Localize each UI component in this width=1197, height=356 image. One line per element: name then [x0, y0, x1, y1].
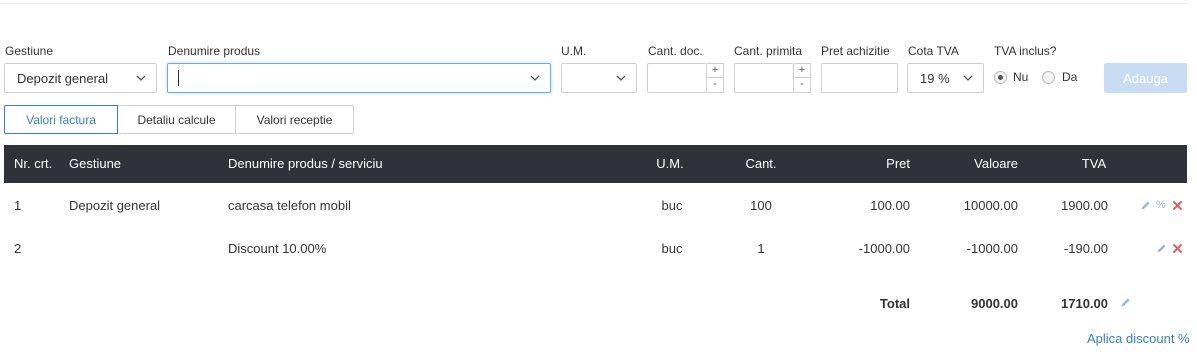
- col-nr: Nr. crt.: [14, 156, 53, 171]
- radio-da-label: Da: [1062, 70, 1078, 84]
- gestiune-select-value: Depozit general: [17, 70, 109, 86]
- row-cant: 100: [750, 198, 772, 213]
- cant-primita-input[interactable]: [734, 63, 794, 93]
- tab-valori-factura[interactable]: Valori factura: [4, 105, 118, 134]
- row-tva: 1900.00: [1061, 198, 1108, 213]
- col-denumire: Denumire produs / serviciu: [228, 156, 383, 171]
- cant-doc-stepper[interactable]: + -: [707, 63, 724, 93]
- cota-select[interactable]: 19 %: [907, 63, 984, 93]
- radio-nu[interactable]: [994, 71, 1007, 84]
- chevron-down-icon: [616, 75, 626, 81]
- produs-select[interactable]: [167, 63, 551, 93]
- um-select[interactable]: [561, 63, 637, 93]
- col-pret: Pret: [886, 156, 910, 171]
- row-um: buc: [661, 198, 683, 213]
- col-valoare: Valoare: [974, 156, 1018, 171]
- col-tva: TVA: [1081, 156, 1107, 171]
- pencil-icon[interactable]: [1156, 243, 1167, 254]
- percent-icon[interactable]: %: [1156, 199, 1166, 211]
- decrement-button[interactable]: -: [794, 78, 810, 92]
- radio-da[interactable]: [1042, 71, 1055, 84]
- tab-valori-receptie[interactable]: Valori receptie: [235, 105, 354, 134]
- total-valoare: 9000.00: [971, 296, 1018, 311]
- total-tva: 1710.00: [1061, 296, 1108, 311]
- gestiune-select[interactable]: Depozit general: [4, 63, 157, 93]
- cant-doc-input[interactable]: [647, 63, 707, 93]
- produs-label: Denumire produs: [168, 44, 261, 58]
- row-um: buc: [661, 241, 683, 256]
- tab-bar: Valori factura Detaliu calcule Valori re…: [4, 105, 354, 134]
- radio-nu-label: Nu: [1013, 70, 1029, 84]
- tab-detaliu-calcule[interactable]: Detaliu calcule: [117, 105, 236, 134]
- row-denumire: Discount 10.00%: [228, 241, 327, 256]
- pret-input[interactable]: [821, 63, 898, 93]
- row-pret: 100.00: [870, 198, 910, 213]
- delete-icon[interactable]: [1172, 243, 1183, 254]
- row-nr: 2: [14, 241, 22, 256]
- cant-doc-label: Cant. doc.: [648, 44, 703, 58]
- row-pret: -1000.00: [858, 241, 910, 256]
- row-cant: 1: [757, 241, 765, 256]
- cant-primita-label: Cant. primita: [734, 44, 803, 58]
- row-valoare: -1000.00: [966, 241, 1018, 256]
- increment-button[interactable]: +: [794, 64, 810, 78]
- delete-icon[interactable]: [1172, 200, 1183, 211]
- table-header: Nr. crt. Gestiune Denumire produs / serv…: [4, 145, 1187, 183]
- gestiune-label: Gestiune: [5, 44, 54, 58]
- row-tva: -190.00: [1063, 241, 1108, 256]
- pencil-icon[interactable]: [1120, 297, 1131, 308]
- um-label: U.M.: [561, 44, 587, 58]
- col-um: U.M.: [656, 156, 684, 171]
- chevron-down-icon: [963, 75, 973, 81]
- row-gestiune: Depozit general: [69, 198, 161, 213]
- col-gestiune: Gestiune: [69, 156, 122, 171]
- row-valoare: 10000.00: [963, 198, 1018, 213]
- row-nr: 1: [14, 198, 22, 213]
- decrement-button[interactable]: -: [707, 78, 723, 92]
- cota-select-value: 19 %: [920, 70, 950, 86]
- top-divider: [0, 3, 1188, 4]
- cota-label: Cota TVA: [908, 44, 959, 58]
- cant-primita-stepper[interactable]: + -: [794, 63, 811, 93]
- chevron-down-icon: [530, 75, 540, 81]
- aplica-discount-link[interactable]: Aplica discount %: [1087, 331, 1190, 346]
- add-button[interactable]: Adauga: [1104, 63, 1187, 93]
- col-cant: Cant.: [745, 156, 777, 171]
- tva-inclus-label: TVA inclus?: [994, 44, 1057, 58]
- total-label: Total: [879, 296, 910, 311]
- increment-button[interactable]: +: [707, 64, 723, 78]
- text-caret: [178, 70, 179, 86]
- pret-label: Pret achizitie: [821, 44, 890, 58]
- chevron-down-icon: [136, 75, 146, 81]
- pencil-icon[interactable]: [1140, 200, 1151, 211]
- row-denumire: carcasa telefon mobil: [228, 198, 351, 213]
